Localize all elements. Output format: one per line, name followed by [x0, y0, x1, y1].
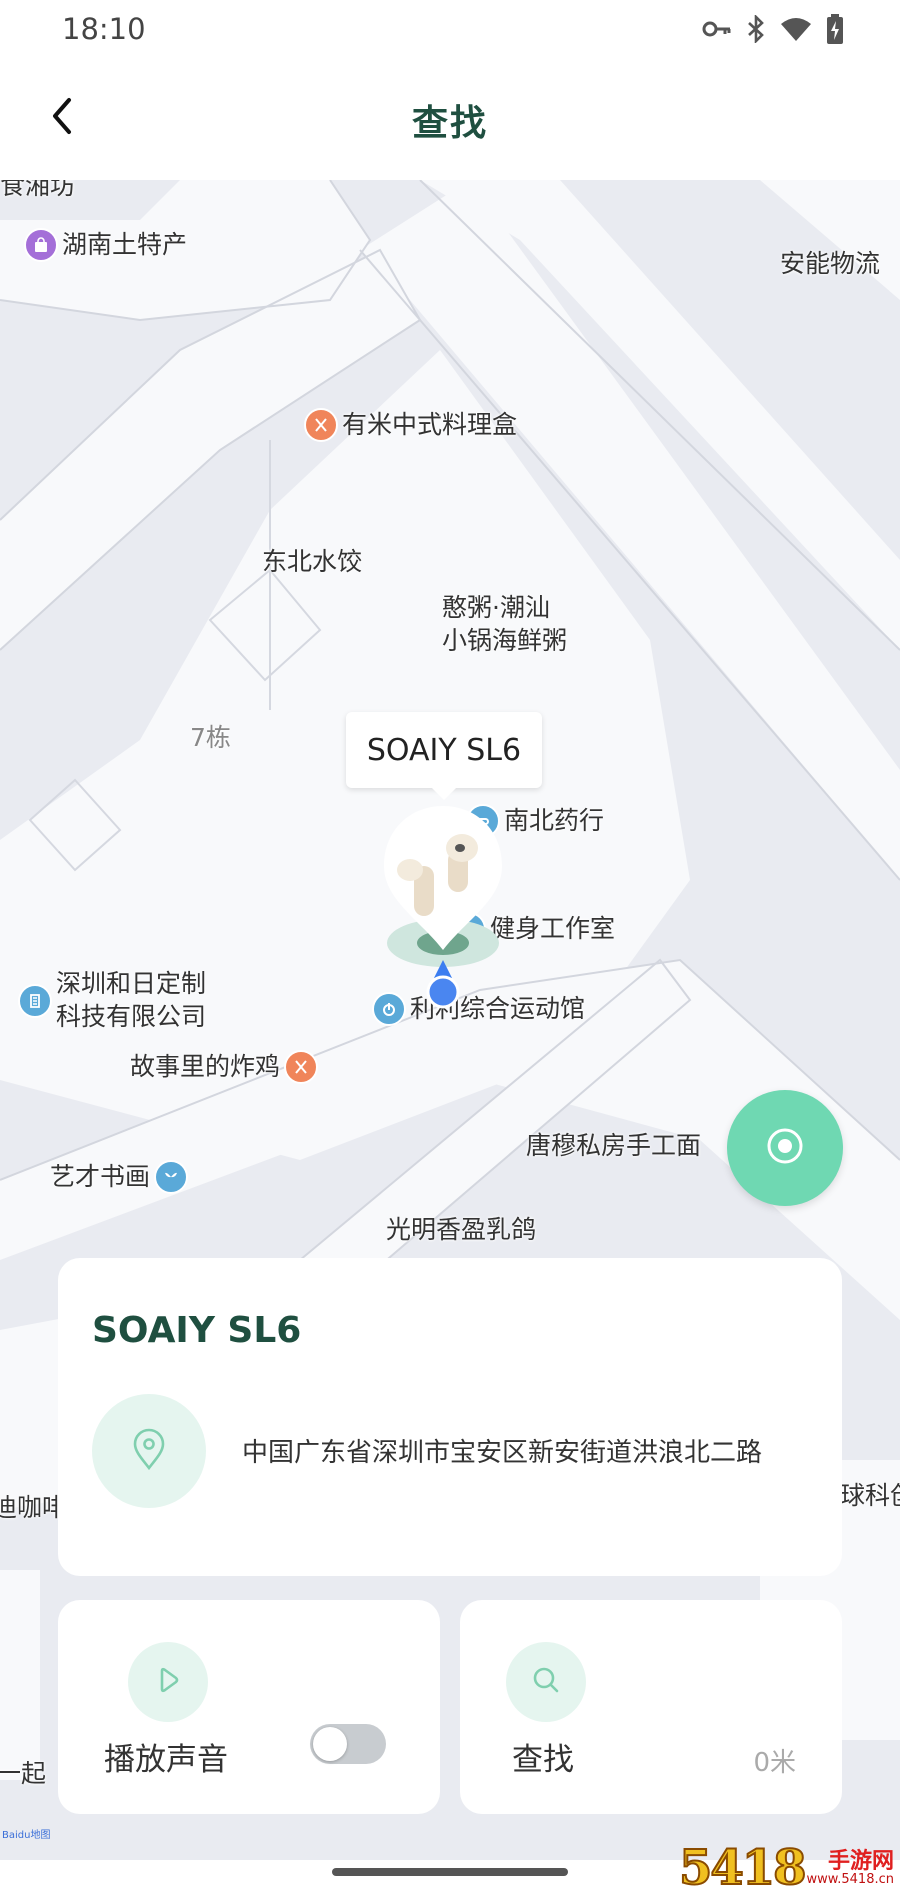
poi-name: 光明香盈乳鸽 [386, 1215, 537, 1244]
watermark: 5418 手游网 www.5418.cn [678, 1840, 894, 1896]
poi-name: 故事里的炸鸡 [130, 1051, 281, 1081]
poi-name-line2: 科技有限公司 [56, 1001, 207, 1031]
poi-tech[interactable]: 球科创 [840, 1480, 900, 1513]
home-indicator[interactable] [332, 1868, 568, 1876]
fork-knife-icon [304, 408, 338, 442]
watermark-text: 手游网 www.5418.cn [806, 1848, 894, 1887]
device-callout[interactable]: SOAIY SL6 [346, 712, 542, 800]
poi-dongbei[interactable]: 东北水饺 [262, 546, 362, 579]
poi-zhaji[interactable]: 故事里的炸鸡 [130, 1050, 319, 1084]
poi-name: 安能物流 [780, 249, 881, 278]
page-title: 查找 [411, 103, 488, 144]
poi-name-line1: 憨粥·潮汕 [442, 593, 550, 622]
map-logo: Baidu地图 [2, 1830, 51, 1841]
poi-name: 有米中式料理盒 [342, 409, 518, 439]
header-bar: 查找 [0, 62, 900, 180]
poi-anneng[interactable]: 安能物流 [780, 248, 880, 281]
poi-name: 唐穆私房手工面 [526, 1131, 702, 1160]
poi-name-line2: 小锅海鲜粥 [442, 625, 568, 655]
play-icon [152, 1664, 184, 1700]
poi-label[interactable]: 食湘坊 [0, 180, 75, 203]
distance-value: 0米 [753, 1748, 796, 1778]
poi-youmi[interactable]: 有米中式料理盒 [304, 408, 517, 442]
poi-tangmu[interactable]: 唐穆私房手工面 [526, 1130, 701, 1163]
poi-name: 7栋 [190, 723, 231, 752]
toggle-knob [313, 1727, 347, 1761]
watermark-url: www.5418.cn [806, 1871, 894, 1887]
device-info-card: SOAIY SL6 中国广东省深圳市宝安区新安街道洪浪北二路 [58, 1258, 842, 1576]
building-icon [18, 983, 52, 1018]
poi-yicai[interactable]: 艺才书画 [50, 1160, 189, 1194]
poi-guangming[interactable]: 光明香盈乳鸽 [386, 1214, 536, 1247]
poi-name: 湖南土特产 [62, 229, 188, 259]
device-address: 中国广东省深圳市宝安区新安街道洪浪北二路 [242, 1438, 763, 1468]
poi-name: 艺才书画 [50, 1161, 151, 1191]
poi-name-block: 深圳和日定制 科技有限公司 [56, 968, 206, 1033]
status-bar: 18:10 [0, 0, 900, 62]
poi-name: 东北水饺 [262, 547, 363, 576]
device-name: SOAIY SL6 [92, 1310, 302, 1351]
location-badge [92, 1394, 206, 1508]
location-pin-icon [131, 1427, 167, 1475]
find-card[interactable]: 查找 0米 [460, 1600, 842, 1814]
shopping-bag-icon [24, 228, 58, 262]
fork-knife-icon [284, 1050, 319, 1084]
poi-name: 球科创 [840, 1481, 900, 1510]
poi-hanzhou[interactable]: 憨粥·潮汕 小锅海鲜粥 [442, 592, 567, 657]
poi-name: 南北药行 [504, 805, 605, 835]
watermark-number: 5418 [678, 1840, 808, 1896]
locate-button[interactable] [727, 1090, 843, 1206]
bluetooth-icon [746, 15, 766, 43]
poi-name-line1: 深圳和日定制 [56, 969, 207, 998]
locate-target-icon [763, 1124, 807, 1172]
battery-icon [826, 14, 844, 44]
key-icon [702, 19, 732, 39]
leaf-icon [154, 1160, 189, 1194]
poi-heri[interactable]: 深圳和日定制 科技有限公司 [18, 968, 206, 1033]
find-label: 查找 [512, 1742, 574, 1778]
wifi-icon [780, 16, 812, 42]
poi-name: 一起 [0, 1759, 47, 1788]
poi-hunan[interactable]: 湖南土特产 [24, 228, 187, 262]
poi-name: 迪咖啡 [0, 1493, 68, 1522]
poi-coffee[interactable]: 迪咖啡 [0, 1492, 67, 1525]
watermark-brand: 手游网 [827, 1848, 894, 1874]
poi-name: 食湘坊 [0, 180, 76, 200]
poi-7dong[interactable]: 7栋 [190, 722, 231, 755]
find-button[interactable] [506, 1642, 586, 1722]
find-device-screen: 18:10 查找 食湘坊 湖南土特产 安能物流 有米中式料理盒 东北水饺 憨粥·… [0, 0, 900, 1900]
search-icon [530, 1664, 562, 1700]
status-icons [702, 14, 844, 44]
poi-yiqi[interactable]: 一起 [0, 1758, 46, 1791]
status-time: 18:10 [62, 12, 146, 46]
play-sound-card[interactable]: 播放声音 [58, 1600, 440, 1814]
play-sound-toggle[interactable] [310, 1724, 386, 1764]
device-callout-label: SOAIY SL6 [366, 732, 522, 768]
device-marker[interactable] [380, 800, 510, 1030]
play-sound-label: 播放声音 [104, 1742, 228, 1778]
play-sound-button[interactable] [128, 1642, 208, 1722]
